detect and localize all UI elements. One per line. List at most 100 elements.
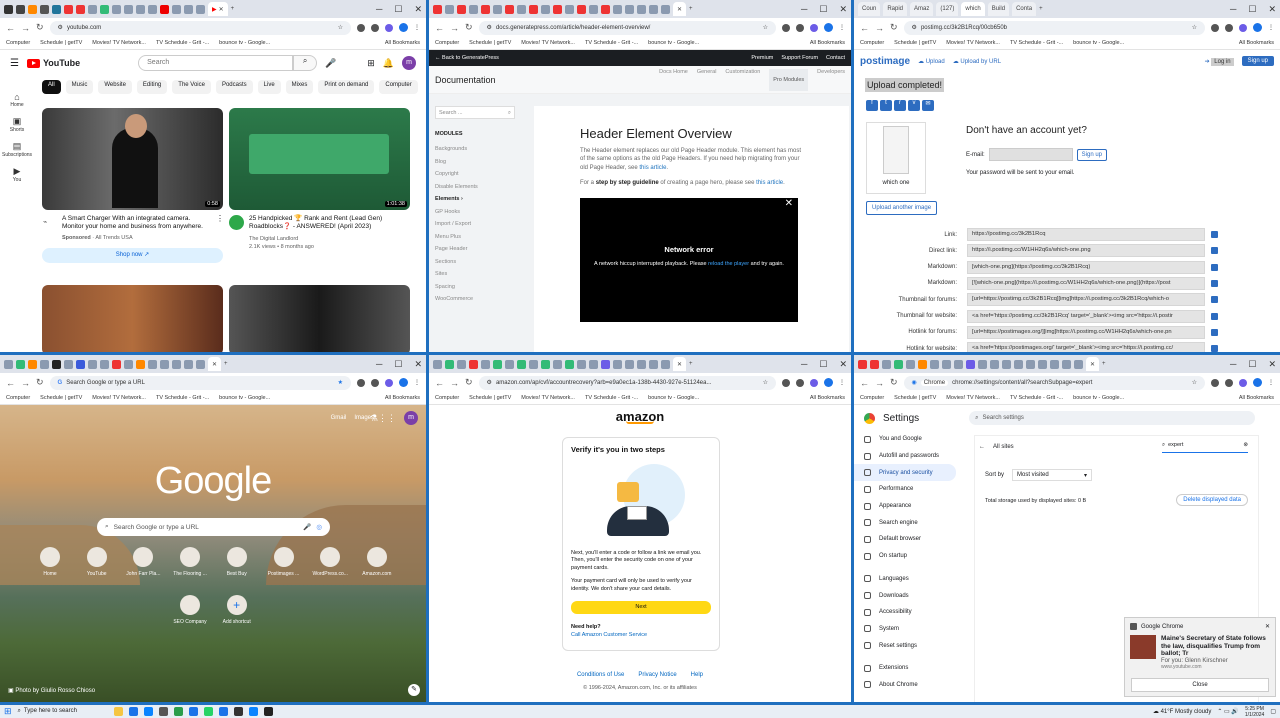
copy-icon[interactable] <box>1211 247 1218 255</box>
menu-item[interactable]: Customization <box>725 69 760 91</box>
facebook-icon[interactable]: f <box>866 100 878 111</box>
reload-icon[interactable]: ↻ <box>36 22 44 33</box>
hamburger-icon[interactable]: ☰ <box>10 58 19 69</box>
lens-icon[interactable]: ◎ <box>316 523 322 531</box>
extension-icon[interactable] <box>1225 23 1233 32</box>
minimize-icon[interactable]: ─ <box>376 359 382 370</box>
bookmark-star-icon[interactable]: ☆ <box>338 24 343 31</box>
all-bookmarks[interactable]: All Bookmarks <box>385 395 420 401</box>
tab-favicon[interactable] <box>517 359 526 369</box>
article-link[interactable]: this article <box>756 180 783 186</box>
tab-favicon[interactable] <box>196 4 205 14</box>
shortcut-tile[interactable]: Home <box>28 547 72 577</box>
app-icon[interactable] <box>263 707 273 716</box>
contact-link[interactable]: Contact <box>826 55 845 61</box>
tab-favicon[interactable] <box>601 4 610 14</box>
video-player[interactable]: ✕ Network error A network hiccup interru… <box>580 197 798 322</box>
channel-name[interactable]: All Trends USA <box>95 235 132 241</box>
tab-favicon[interactable] <box>613 4 622 14</box>
back-icon[interactable]: ← <box>6 378 15 388</box>
site-info-icon[interactable]: ⚙ <box>487 379 492 386</box>
settings-menu-item[interactable]: Accessibility <box>854 604 956 621</box>
tab-favicon[interactable] <box>637 359 646 369</box>
tab-favicon[interactable] <box>942 359 951 369</box>
tab-favicon[interactable] <box>918 359 927 369</box>
minimize-icon[interactable]: ─ <box>801 4 807 15</box>
settings-menu-item[interactable]: Autofill and passwords <box>854 448 956 465</box>
weather[interactable]: ☁ 41°F Mostly cloudy <box>1153 708 1211 715</box>
tab-favicon[interactable] <box>184 359 193 369</box>
maximize-icon[interactable]: ☐ <box>819 4 827 15</box>
tab-favicon[interactable] <box>1038 359 1047 369</box>
docs-search-input[interactable]: Search ... ⌕ <box>435 106 515 119</box>
close-icon[interactable]: ✕ <box>1265 623 1270 630</box>
chip[interactable]: Editing <box>136 80 168 94</box>
minimize-icon[interactable]: ─ <box>1230 4 1236 15</box>
tab-favicon[interactable] <box>88 4 97 14</box>
bookmark[interactable]: TV Schedule - Grit -... <box>1010 395 1063 401</box>
menu-icon[interactable]: ⋮ <box>414 379 420 386</box>
reload-icon[interactable]: ↻ <box>465 22 473 33</box>
bookmark[interactable]: bounce tv - Google... <box>219 40 270 46</box>
photo-credit[interactable]: ▣ Photo by Giulio Rosso Chioso <box>8 687 95 694</box>
tab-active[interactable]: ✕ <box>208 357 222 371</box>
gmail-link[interactable]: Gmail <box>331 415 347 421</box>
video-thumbnail[interactable]: 1:01:38 <box>229 108 410 210</box>
module-link[interactable]: Sections <box>435 256 515 269</box>
menu-icon[interactable]: ⋮ <box>414 24 420 31</box>
extension-icon[interactable] <box>1211 23 1219 32</box>
reload-icon[interactable]: ↻ <box>890 22 898 33</box>
avatar[interactable]: m <box>402 56 416 70</box>
skype-icon[interactable] <box>248 707 258 716</box>
support-forum-link[interactable]: Support Forum <box>781 55 818 61</box>
new-tab-button[interactable]: + <box>224 361 228 367</box>
apps-grid-icon[interactable]: ⋮⋮ <box>378 413 396 424</box>
shortcut-tile[interactable]: The Flooring ... <box>168 547 212 577</box>
tab[interactable]: Build <box>987 2 1010 16</box>
close-icon[interactable]: ✕ <box>839 359 847 370</box>
tab[interactable]: Coun <box>858 2 881 16</box>
address-bar[interactable]: G Search Google or type a URL ★ <box>49 375 351 390</box>
tab-favicon[interactable] <box>493 4 502 14</box>
menu-item-active[interactable]: Pro Modules <box>769 68 809 91</box>
chip[interactable]: Music <box>65 80 94 94</box>
tab[interactable]: (127) <box>936 2 959 16</box>
create-icon[interactable]: ⊞ <box>367 58 375 69</box>
minimize-icon[interactable]: ─ <box>1230 359 1236 370</box>
postimage-logo[interactable]: postimage <box>860 56 910 67</box>
bookmark[interactable]: Movies! TV Network... <box>92 40 146 46</box>
shortcut-tile[interactable]: Best Buy <box>215 547 259 577</box>
settings-menu-item[interactable]: Search engine <box>854 514 956 531</box>
tab-favicon[interactable] <box>4 4 13 14</box>
extension-icon[interactable] <box>796 378 804 387</box>
module-link[interactable]: GP Hooks <box>435 206 515 219</box>
settings-menu-item[interactable]: Extensions <box>854 660 956 677</box>
tab-favicon[interactable] <box>505 4 514 14</box>
tab-favicon[interactable] <box>481 4 490 14</box>
settings-menu-item[interactable]: On startup <box>854 548 956 565</box>
extension-icon[interactable] <box>357 378 365 387</box>
close-icon[interactable]: ✕ <box>1268 4 1276 15</box>
search-input[interactable]: Search <box>138 55 294 71</box>
avatar[interactable]: m <box>404 411 418 425</box>
twitter-icon[interactable]: t <box>880 100 892 111</box>
forward-icon[interactable]: → <box>875 23 884 33</box>
tab-active[interactable]: which <box>961 2 985 16</box>
email-field[interactable] <box>988 148 1073 161</box>
tab-favicon[interactable] <box>577 359 586 369</box>
tab-favicon[interactable] <box>529 359 538 369</box>
extension-icon[interactable] <box>1211 378 1219 387</box>
tab-favicon[interactable] <box>882 359 891 369</box>
forward-icon[interactable]: → <box>21 378 30 388</box>
maximize-icon[interactable]: ☐ <box>394 359 402 370</box>
tab-favicon[interactable] <box>1014 359 1023 369</box>
tab-favicon[interactable] <box>1074 359 1083 369</box>
customize-pencil-icon[interactable]: ✎ <box>408 684 420 696</box>
settings-menu-item[interactable]: Default browser <box>854 531 956 548</box>
extension-icon[interactable] <box>385 378 393 387</box>
notification-close-button[interactable]: Close <box>1131 678 1269 692</box>
reload-icon[interactable]: ↻ <box>465 377 473 388</box>
new-tab-button[interactable]: + <box>689 6 693 12</box>
bookmark[interactable]: Movies! TV Network... <box>946 395 1000 401</box>
settings-menu-item[interactable]: Downloads <box>854 587 956 604</box>
